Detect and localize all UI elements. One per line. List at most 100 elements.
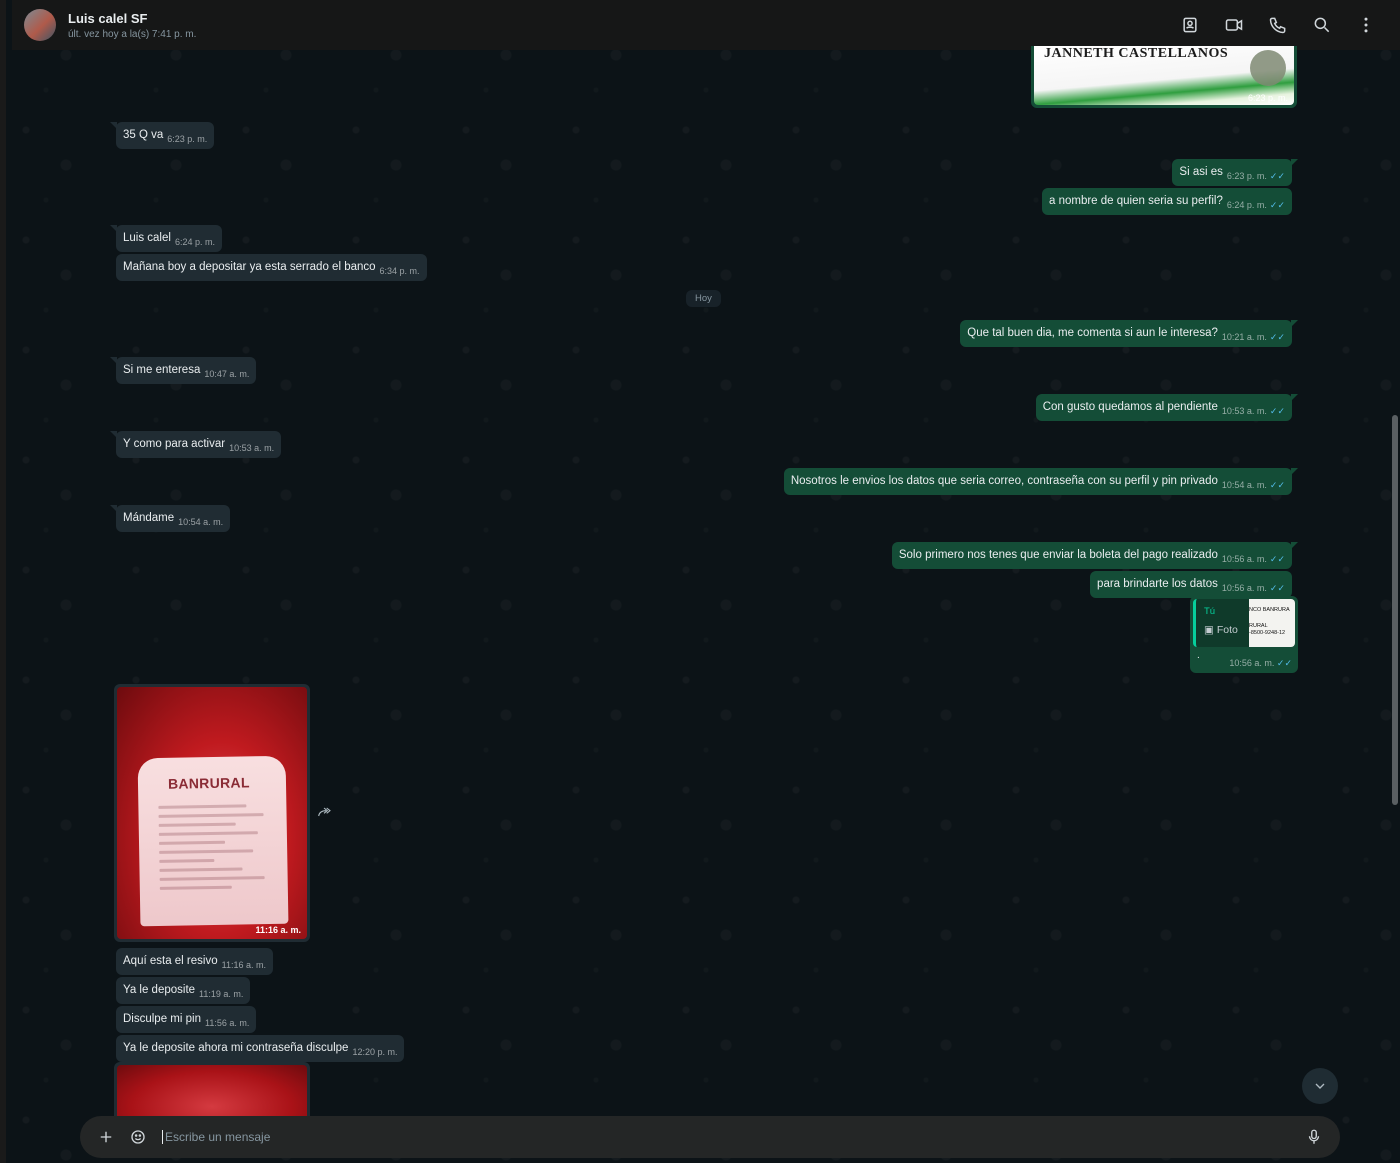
message-text: Ya le deposite xyxy=(123,984,196,996)
contact-name: Luis calel SF xyxy=(68,10,148,26)
message-incoming[interactable]: Aquí esta el resivo 11:16 a. m. xyxy=(116,948,273,975)
search-icon[interactable] xyxy=(1300,3,1344,47)
message-input[interactable] xyxy=(162,1130,1298,1144)
menu-icon[interactable] xyxy=(1344,3,1388,47)
read-ticks-icon: ✓✓ xyxy=(1269,200,1285,210)
message-time: 10:53 a. m. xyxy=(1221,406,1267,416)
receipt-paper: BANRURAL xyxy=(137,755,289,927)
message-outgoing[interactable]: Solo primero nos tenes que enviar la bol… xyxy=(891,542,1299,569)
receipt-brand: BANRURAL xyxy=(167,774,250,792)
quoted-author: Tú xyxy=(1204,606,1216,617)
forward-icon[interactable] xyxy=(316,804,336,820)
message-time: 10:53 a. m. xyxy=(229,443,275,453)
image-thumbnail xyxy=(117,1065,307,1117)
contact-card-icon[interactable] xyxy=(1168,3,1212,47)
thumb-line: -8500-9248-12 xyxy=(1249,630,1286,636)
message-time: 6:23 p. m. xyxy=(1226,171,1267,181)
message-text: Luis calel xyxy=(123,232,171,244)
image-message[interactable]: JANNETH CASTELLANOS 6:23 p. m. xyxy=(1031,46,1297,108)
message-text: Con gusto quedamos al pendiente xyxy=(1042,401,1218,413)
message-composer xyxy=(80,1116,1340,1158)
message-time: 11:19 a. m. xyxy=(199,989,244,999)
message-time: 11:16 a. m. xyxy=(221,960,266,970)
thumb-line: RURAL xyxy=(1249,623,1268,629)
logo-icon xyxy=(1250,50,1286,86)
message-incoming[interactable]: Si me enteresa 10:47 a. m. xyxy=(109,357,257,384)
message-text: Y como para activar xyxy=(123,438,226,450)
receipt-text-lines xyxy=(158,804,270,896)
scrollbar[interactable] xyxy=(1392,415,1398,805)
photo-icon: ▣ xyxy=(1204,624,1214,636)
quoted-type: ▣ Foto xyxy=(1204,624,1238,636)
message-text: Si asi es xyxy=(1179,166,1223,178)
contact-status: últ. vez hoy a la(s) 7:41 p. m. xyxy=(68,28,197,40)
message-text: Si me enteresa xyxy=(123,364,201,376)
message-time: 10:56 a. m. xyxy=(1221,583,1267,593)
message-outgoing[interactable]: Con gusto quedamos al pendiente 10:53 a. … xyxy=(1035,394,1299,421)
message-outgoing[interactable]: para brindarte los datos 10:56 a. m. ✓✓ xyxy=(1090,571,1292,598)
contact-info[interactable]: Luis calel SF últ. vez hoy a la(s) 7:41 … xyxy=(68,11,196,40)
message-time: 10:54 a. m. xyxy=(178,517,224,527)
message-incoming[interactable]: 35 Q va 6:23 p. m. xyxy=(109,122,215,149)
message-time: 6:24 p. m. xyxy=(174,237,215,247)
message-time: 11:16 a. m. xyxy=(255,925,301,935)
message-time: 12:20 p. m. xyxy=(352,1047,398,1057)
avatar[interactable] xyxy=(24,9,56,41)
message-text: Nosotros le envios los datos que seria c… xyxy=(790,475,1218,487)
message-time: 10:21 a. m. xyxy=(1221,332,1267,342)
message-incoming[interactable]: Y como para activar 10:53 a. m. xyxy=(109,431,282,458)
message-outgoing-reply[interactable]: Tú ▣ Foto NCO BANRURA RURAL -8500-9248-1… xyxy=(1190,596,1298,673)
read-ticks-icon: ✓✓ xyxy=(1269,480,1285,490)
image-caption-text: JANNETH CASTELLANOS xyxy=(1044,46,1229,61)
message-incoming[interactable]: Luis calel 6:24 p. m. xyxy=(110,225,222,252)
chat-header: Luis calel SF últ. vez hoy a la(s) 7:41 … xyxy=(12,0,1400,50)
video-call-icon[interactable] xyxy=(1212,3,1256,47)
phone-icon[interactable] xyxy=(1256,3,1300,47)
message-outgoing[interactable]: Si asi es 6:23 p. m. ✓✓ xyxy=(1172,159,1298,186)
message-text: Que tal buen dia, me comenta si aun le i… xyxy=(967,327,1218,339)
thumb-line: NCO BANRURA xyxy=(1249,607,1290,613)
message-outgoing[interactable]: Que tal buen dia, me comenta si aun le i… xyxy=(960,320,1298,347)
message-text: Ya le deposite ahora mi contraseña discu… xyxy=(123,1042,349,1054)
mic-icon[interactable] xyxy=(1298,1121,1330,1153)
message-text: 35 Q va xyxy=(123,129,164,141)
read-ticks-icon: ✓✓ xyxy=(1269,554,1285,564)
message-time: 11:56 a. m. xyxy=(204,1018,250,1028)
read-ticks-icon: ✓✓ xyxy=(1269,583,1285,593)
message-time: 6:23 p. m. xyxy=(167,134,208,144)
quoted-thumbnail: NCO BANRURA RURAL -8500-9248-12 xyxy=(1249,599,1295,647)
message-outgoing[interactable]: Nosotros le envios los datos que seria c… xyxy=(783,468,1299,495)
message-time: 6:23 p. m. xyxy=(1247,93,1288,103)
message-time: 6:34 p. m. xyxy=(379,266,420,276)
message-text: Disculpe mi pin xyxy=(123,1013,201,1025)
chevron-down-icon xyxy=(1315,1083,1325,1089)
quoted-type-label: Foto xyxy=(1216,624,1238,636)
message-incoming[interactable]: Mañana boy a depositar ya esta serrado e… xyxy=(116,254,427,281)
message-time-text: 10:56 a. m. xyxy=(1229,658,1275,668)
image-thumbnail: BANRURAL 11:16 a. m. xyxy=(117,687,307,939)
message-text: para brindarte los datos xyxy=(1097,578,1218,590)
read-ticks-icon: ✓✓ xyxy=(1269,332,1285,342)
message-incoming[interactable]: Ya le deposite 11:19 a. m. xyxy=(116,977,251,1004)
message-time: 10:56 a. m. xyxy=(1221,554,1267,564)
message-text: Mándame xyxy=(123,512,175,524)
scroll-down-button[interactable] xyxy=(1302,1068,1338,1104)
chat-window: Luis calel SF últ. vez hoy a la(s) 7:41 … xyxy=(0,0,1400,1163)
message-time: 10:47 a. m. xyxy=(204,369,250,379)
message-time: 10:54 a. m. xyxy=(1221,480,1267,490)
header-actions xyxy=(1168,3,1388,47)
sticker-icon[interactable] xyxy=(122,1121,154,1153)
day-separator: Hoy xyxy=(686,290,721,307)
message-incoming[interactable]: Mándame 10:54 a. m. xyxy=(109,505,231,532)
message-incoming[interactable]: Disculpe mi pin 11:56 a. m. xyxy=(116,1006,257,1033)
message-text: Solo primero nos tenes que enviar la bol… xyxy=(898,549,1218,561)
image-message[interactable] xyxy=(114,1062,310,1117)
quoted-message[interactable]: Tú ▣ Foto NCO BANRURA RURAL -8500-9248-1… xyxy=(1193,599,1295,647)
message-outgoing[interactable]: a nombre de quien seria su perfil? 6:24 p… xyxy=(1041,188,1292,215)
message-text: a nombre de quien seria su perfil? xyxy=(1048,195,1223,207)
message-text: Aquí esta el resivo xyxy=(123,955,218,967)
plus-icon[interactable] xyxy=(90,1121,122,1153)
message-incoming[interactable]: Ya le deposite ahora mi contraseña discu… xyxy=(116,1035,405,1062)
message-time: 10:56 a. m. ✓✓ xyxy=(1229,658,1292,669)
image-message-receipt[interactable]: BANRURAL 11:16 a. m. xyxy=(114,684,310,942)
